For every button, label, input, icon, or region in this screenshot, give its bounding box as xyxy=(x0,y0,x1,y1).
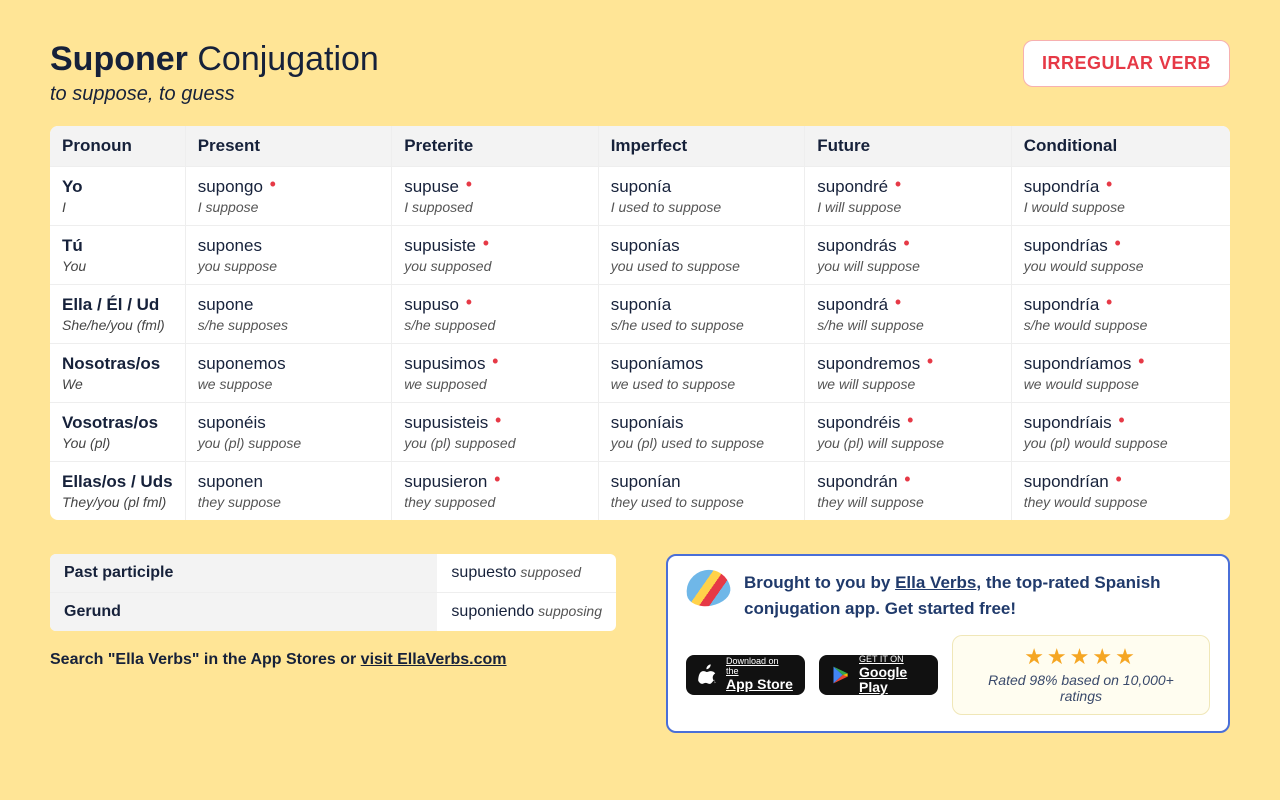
table-row: Vosotras/osYou (pl)suponéisyou (pl) supp… xyxy=(50,403,1230,462)
header: Suponer Conjugation to suppose, to guess… xyxy=(50,40,1230,106)
conjugation-cell: supondríamos •we would suppose xyxy=(1012,344,1230,403)
ellaverbs-link[interactable]: visit EllaVerbs.com xyxy=(361,651,507,668)
conjugation-cell: supondréis •you (pl) will suppose xyxy=(805,403,1012,462)
appstore-button[interactable]: Download on theApp Store xyxy=(686,655,805,695)
verb-name: Suponer xyxy=(50,40,188,78)
column-header: Preterite xyxy=(392,126,599,167)
conjugation-cell: suponíasyou used to suppose xyxy=(599,226,806,285)
pronoun-cell: TúYou xyxy=(50,226,186,285)
conjugation-cell: supusimos •we supposed xyxy=(392,344,599,403)
conjugation-cell: supondrías •you would suppose xyxy=(1012,226,1230,285)
column-header: Imperfect xyxy=(599,126,806,167)
table-row: Ella / Él / UdShe/he/you (fml)supones/he… xyxy=(50,285,1230,344)
conjugation-cell: supusiste •you supposed xyxy=(392,226,599,285)
past-participle-value: supuestosupposed xyxy=(437,554,616,593)
conjugation-cell: suponíaisyou (pl) used to suppose xyxy=(599,403,806,462)
column-header: Present xyxy=(186,126,393,167)
conjugation-cell: supondría •I would suppose xyxy=(1012,167,1230,226)
conjugation-cell: suponías/he used to suppose xyxy=(599,285,806,344)
stars-icon: ★★★★★ xyxy=(971,644,1191,670)
pronoun-cell: Ella / Él / UdShe/he/you (fml) xyxy=(50,285,186,344)
conjugation-cell: suponíanthey used to suppose xyxy=(599,462,806,520)
conjugation-cell: supondrás •you will suppose xyxy=(805,226,1012,285)
table-header-row: PronounPresentPreteriteImperfectFutureCo… xyxy=(50,126,1230,167)
pronoun-cell: Vosotras/osYou (pl) xyxy=(50,403,186,462)
conjugation-cell: supongo •I suppose xyxy=(186,167,393,226)
conjugation-cell: supondría •s/he would suppose xyxy=(1012,285,1230,344)
googleplay-button[interactable]: GET IT ONGoogle Play xyxy=(819,655,938,695)
conjugation-cell: supondrían •they would suppose xyxy=(1012,462,1230,520)
conjugation-cell: supondré •I will suppose xyxy=(805,167,1012,226)
pronoun-cell: YoI xyxy=(50,167,186,226)
conjugation-cell: supusisteis •you (pl) supposed xyxy=(392,403,599,462)
conjugation-cell: suponíaI used to suppose xyxy=(599,167,806,226)
conjugation-cell: supuso •s/he supposed xyxy=(392,285,599,344)
googleplay-icon xyxy=(831,665,851,685)
conjugation-table: PronounPresentPreteriteImperfectFutureCo… xyxy=(50,126,1230,520)
conjugation-cell: suponenthey suppose xyxy=(186,462,393,520)
irregular-badge: IRREGULAR VERB xyxy=(1023,40,1230,87)
conjugation-cell: suponesyou suppose xyxy=(186,226,393,285)
pronoun-cell: Nosotras/osWe xyxy=(50,344,186,403)
conjugation-cell: supones/he supposes xyxy=(186,285,393,344)
column-header: Pronoun xyxy=(50,126,186,167)
pronoun-cell: Ellas/os / UdsThey/you (pl fml) xyxy=(50,462,186,520)
rating-text: Rated 98% based on 10,000+ ratings xyxy=(971,672,1191,704)
conjugation-cell: suponemoswe suppose xyxy=(186,344,393,403)
apple-icon xyxy=(698,664,718,686)
gerund-value: suponiendosupposing xyxy=(437,593,616,632)
page-title: Suponer Conjugation xyxy=(50,40,379,79)
rating-box: ★★★★★ Rated 98% based on 10,000+ ratings xyxy=(952,635,1210,715)
promo-box: Brought to you by Ella Verbs, the top-ra… xyxy=(666,554,1230,733)
promo-text: Brought to you by Ella Verbs, the top-ra… xyxy=(744,570,1210,621)
past-participle-label: Past participle xyxy=(50,554,437,593)
conjugation-cell: supondremos •we will suppose xyxy=(805,344,1012,403)
conjugation-cell: supondríais •you (pl) would suppose xyxy=(1012,403,1230,462)
ellaverbs-promo-link[interactable]: Ella Verbs xyxy=(895,573,976,592)
ellaverbs-logo-icon xyxy=(683,566,733,609)
table-row: TúYousuponesyou supposesupusiste •you su… xyxy=(50,226,1230,285)
conjugation-cell: supuse •I supposed xyxy=(392,167,599,226)
table-row: Nosotras/osWesuponemoswe supposesupusimo… xyxy=(50,344,1230,403)
table-row: YoIsupongo •I supposesupuse •I supposeds… xyxy=(50,167,1230,226)
conjugation-cell: supondrá •s/he will suppose xyxy=(805,285,1012,344)
conjugation-cell: supondrán •they will suppose xyxy=(805,462,1012,520)
table-row: Past participle supuestosupposed xyxy=(50,554,616,593)
search-instruction: Search "Ella Verbs" in the App Stores or… xyxy=(50,651,616,669)
table-row: Ellas/os / UdsThey/you (pl fml)suponenth… xyxy=(50,462,1230,520)
conjugation-cell: supusieron •they supposed xyxy=(392,462,599,520)
table-row: Gerund suponiendosupposing xyxy=(50,593,616,632)
verb-meaning: to suppose, to guess xyxy=(50,83,379,106)
conjugation-cell: suponéisyou (pl) suppose xyxy=(186,403,393,462)
conjugation-cell: suponíamoswe used to suppose xyxy=(599,344,806,403)
participle-table: Past participle supuestosupposed Gerund … xyxy=(50,554,616,631)
gerund-label: Gerund xyxy=(50,593,437,632)
title-suffix: Conjugation xyxy=(197,40,378,78)
column-header: Future xyxy=(805,126,1012,167)
column-header: Conditional xyxy=(1012,126,1230,167)
